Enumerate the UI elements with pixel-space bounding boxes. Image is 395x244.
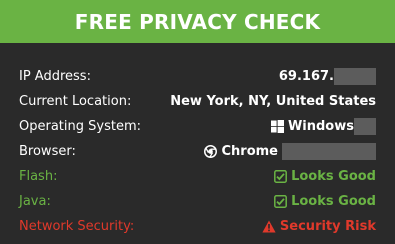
browser-value: Chrome bbox=[221, 144, 278, 159]
browser-row: Browser: Chrome bbox=[0, 139, 395, 164]
browser-label: Browser: bbox=[19, 144, 76, 159]
ip-address-value: 69.167. bbox=[278, 69, 334, 84]
location-label: Current Location: bbox=[19, 94, 132, 109]
java-status: Looks Good bbox=[274, 189, 376, 214]
warning-icon bbox=[262, 220, 276, 233]
network-security-status: Security Risk bbox=[262, 214, 376, 239]
ip-address-label: IP Address: bbox=[19, 69, 91, 84]
ip-address-row: IP Address: 69.167. bbox=[0, 64, 395, 89]
ip-redaction-block bbox=[334, 68, 376, 85]
check-square-icon bbox=[274, 195, 288, 208]
info-rows: IP Address: 69.167. Current Location: Ne… bbox=[0, 64, 395, 239]
header-bar: FREE PRIVACY CHECK bbox=[0, 0, 395, 43]
location-row: Current Location: New York, NY, United S… bbox=[0, 89, 395, 114]
os-value-group: Windows bbox=[270, 114, 376, 139]
java-row: Java: Looks Good bbox=[0, 189, 395, 214]
os-row: Operating System: Windows bbox=[0, 114, 395, 139]
check-square-icon bbox=[274, 170, 288, 183]
os-redaction-block bbox=[354, 118, 376, 135]
ip-address-value-group: 69.167. bbox=[279, 64, 376, 89]
network-security-label: Network Security: bbox=[19, 219, 135, 234]
windows-icon bbox=[270, 120, 284, 133]
flash-status-text: Looks Good bbox=[291, 169, 376, 184]
location-value: New York, NY, United States bbox=[170, 94, 376, 109]
java-label: Java: bbox=[19, 194, 51, 209]
network-security-status-text: Security Risk bbox=[279, 219, 376, 234]
chrome-icon bbox=[204, 145, 218, 158]
java-status-text: Looks Good bbox=[291, 194, 376, 209]
header-title: FREE PRIVACY CHECK bbox=[74, 9, 321, 34]
browser-value-group: Chrome bbox=[204, 139, 376, 164]
network-security-row: Network Security: Security Risk bbox=[0, 214, 395, 239]
privacy-check-widget: FREE PRIVACY CHECK IP Address: 69.167. C… bbox=[0, 0, 395, 244]
os-value: Windows bbox=[287, 119, 354, 134]
browser-redaction-block bbox=[282, 143, 376, 160]
os-label: Operating System: bbox=[19, 119, 141, 134]
flash-status: Looks Good bbox=[274, 164, 376, 189]
flash-row: Flash: Looks Good bbox=[0, 164, 395, 189]
flash-label: Flash: bbox=[19, 169, 58, 184]
